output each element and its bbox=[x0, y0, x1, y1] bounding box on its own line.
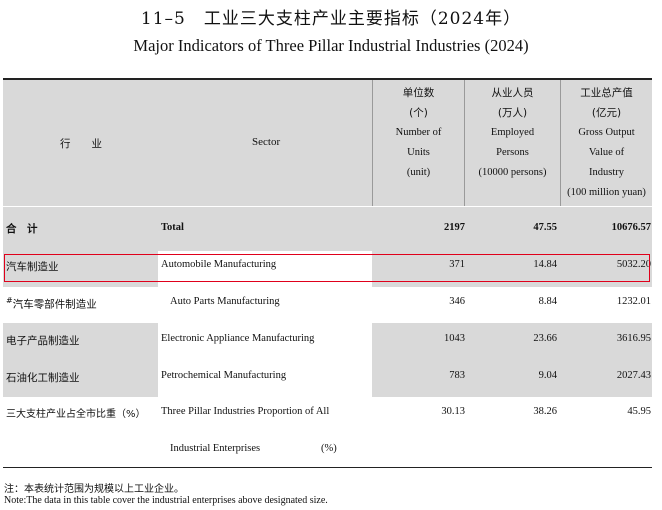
cell-output: 10676.57 bbox=[611, 222, 651, 233]
header-employed: 从业人员 (万人) Employed Persons (10000 person… bbox=[478, 87, 547, 178]
cell-units: 30.13 bbox=[441, 406, 465, 417]
row-label-en: Total bbox=[161, 222, 184, 233]
cell-employed: 8.84 bbox=[538, 296, 557, 307]
row-label-en: Three Pillar Industries Proportion of Al… bbox=[161, 406, 330, 417]
cell-units: 2197 bbox=[444, 222, 465, 233]
table-row: 石油化工制造业 Petrochemical Manufacturing 783 … bbox=[3, 360, 652, 397]
row-label-cn: #汽车零部件制造业 bbox=[6, 296, 97, 311]
cell-output: 1232.01 bbox=[616, 296, 651, 307]
header-sector-en: Sector bbox=[252, 136, 281, 148]
row-highlight-box bbox=[4, 254, 650, 282]
table-row: 电子产品制造业 Electronic Appliance Manufacturi… bbox=[3, 323, 652, 360]
cell-output: 2027.43 bbox=[616, 370, 651, 381]
cell-units: 346 bbox=[449, 296, 465, 307]
row-label-cn: 三大支柱产业占全市比重（%） bbox=[6, 409, 146, 420]
table-row: 三大支柱产业占全市比重（%） Three Pillar Industries P… bbox=[3, 397, 652, 467]
table-row: #汽车零部件制造业 Auto Parts Manufacturing 346 8… bbox=[3, 287, 652, 323]
cell-output: 3616.95 bbox=[616, 333, 651, 344]
cell-employed: 9.04 bbox=[538, 370, 557, 381]
row-label-en: Auto Parts Manufacturing bbox=[170, 296, 280, 307]
header-industry-cn: 行 业 bbox=[60, 138, 102, 150]
page-title-en: Major Indicators of Three Pillar Industr… bbox=[133, 36, 529, 55]
row-label-en-cont: Industrial Enterprises bbox=[170, 443, 261, 454]
row-label-en: Electronic Appliance Manufacturing bbox=[161, 333, 315, 344]
table-row-total: 合 计 Total 2197 47.55 10676.57 bbox=[3, 207, 652, 251]
cell-output: 45.95 bbox=[627, 406, 651, 417]
footnote-cn: 注：本表统计范围为规模以上工业企业。 bbox=[4, 484, 184, 495]
row-label-cn: 电子产品制造业 bbox=[6, 335, 80, 347]
cell-employed: 23.66 bbox=[533, 333, 557, 344]
row-label-unit: (%) bbox=[321, 443, 337, 454]
cell-employed: 38.26 bbox=[533, 406, 557, 417]
row-label-cn: 石油化工制造业 bbox=[6, 372, 80, 384]
row-label-cn: 合 计 bbox=[6, 223, 38, 235]
header-units: 单位数 (个) Number of Units (unit) bbox=[395, 87, 442, 178]
table-bottom-rule bbox=[3, 467, 652, 468]
footnote-en: Note:The data in this table cover the in… bbox=[4, 495, 328, 506]
cell-units: 1043 bbox=[444, 333, 465, 344]
header-output: 工业总产值 (亿元) Gross Output Value of Industr… bbox=[567, 87, 646, 198]
cell-units: 783 bbox=[449, 370, 465, 381]
page-title-cn: 11–5 工业三大支柱产业主要指标（2024年） bbox=[140, 9, 522, 29]
row-label-en: Petrochemical Manufacturing bbox=[161, 370, 287, 381]
cell-employed: 47.55 bbox=[533, 222, 557, 233]
